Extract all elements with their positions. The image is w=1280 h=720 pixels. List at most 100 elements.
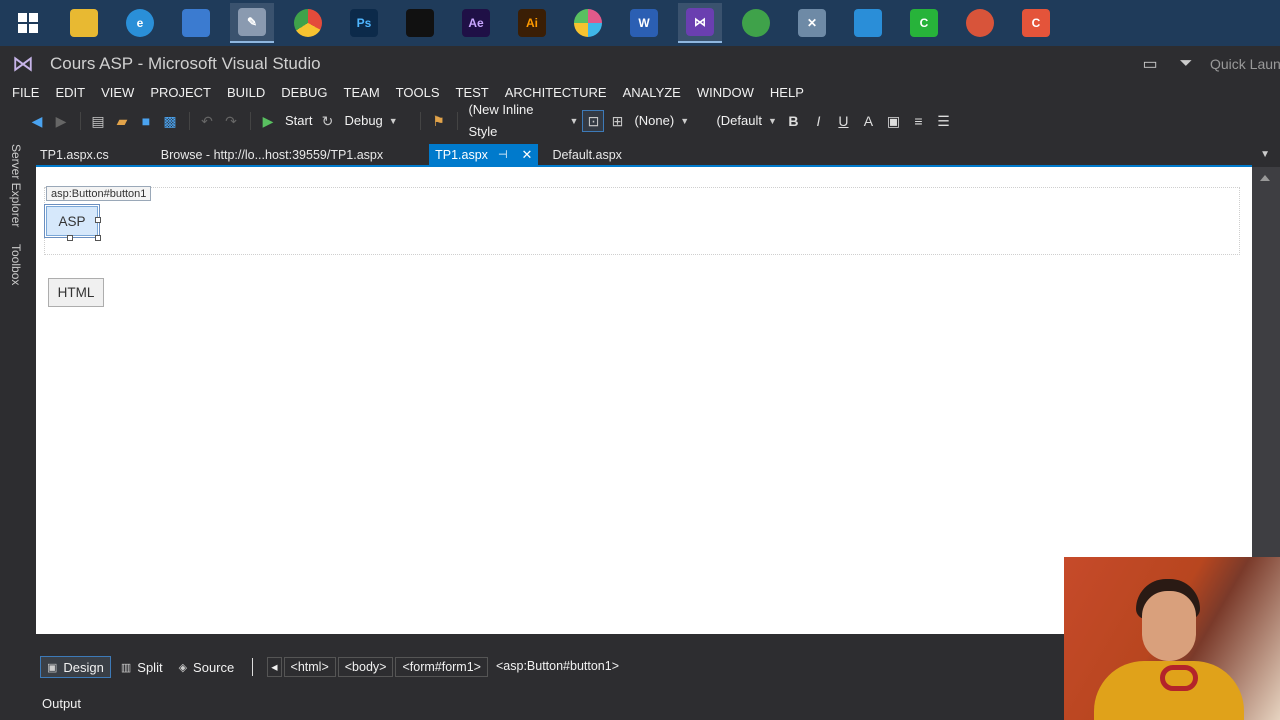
refresh-icon[interactable]: ↻ <box>316 110 338 132</box>
save-icon[interactable]: ■ <box>135 110 157 132</box>
windows-start-button[interactable] <box>6 3 50 43</box>
android-studio-taskbar-button[interactable] <box>734 3 778 43</box>
bold-button[interactable]: B <box>782 110 804 132</box>
config-dropdown[interactable]: Debug ▼ <box>340 110 414 132</box>
target-rule-dropdown[interactable]: (None) ▼ <box>630 110 712 132</box>
tab-default-aspx[interactable]: Default.aspx <box>546 144 627 166</box>
crumb-body[interactable]: <body> <box>337 657 394 677</box>
resize-handle[interactable] <box>95 235 101 241</box>
photos-taskbar-button[interactable] <box>566 3 610 43</box>
photoshop-taskbar-button[interactable]: Ps <box>342 3 386 43</box>
menu-window[interactable]: WINDOW <box>689 82 762 104</box>
chrome-taskbar-button[interactable] <box>286 3 330 43</box>
menu-project[interactable]: PROJECT <box>142 82 219 104</box>
html-button[interactable]: HTML <box>48 278 104 307</box>
font-dropdown[interactable]: (Default ▼ <box>712 110 782 132</box>
crumb-asp-button[interactable]: <asp:Button#button1> <box>490 657 625 677</box>
ie-taskbar-button[interactable]: e <box>118 3 162 43</box>
menu-help[interactable]: HELP <box>762 82 812 104</box>
menu-build[interactable]: BUILD <box>219 82 273 104</box>
tab-browse[interactable]: Browse - http://lo...host:39559/TP1.aspx <box>155 144 389 166</box>
file-explorer-taskbar-button[interactable] <box>62 3 106 43</box>
design-label: Design <box>63 659 104 675</box>
quick-launch-input[interactable]: Quick Laun <box>1210 51 1280 77</box>
design-view-button[interactable]: ▣ Design <box>40 656 111 678</box>
menu-debug[interactable]: DEBUG <box>273 82 335 104</box>
tab-tp1-aspx[interactable]: TP1.aspx ⊣ ✕ <box>429 144 539 166</box>
chrome-icon <box>294 9 322 37</box>
undo-icon[interactable]: ↶ <box>196 110 218 132</box>
toolbox-tab[interactable]: Toolbox <box>9 244 23 285</box>
windows-logo-icon <box>18 13 38 33</box>
italic-button[interactable]: I <box>807 110 829 132</box>
chrome-dev-taskbar-button[interactable] <box>958 3 1002 43</box>
target-rule-value: (None) <box>634 113 675 128</box>
internet-explorer-icon: e <box>126 9 154 37</box>
after-effects-taskbar-button[interactable]: Ae <box>454 3 498 43</box>
media-taskbar-button[interactable] <box>398 3 442 43</box>
style-dropdown[interactable]: (New Inline Style ▼ <box>464 102 582 139</box>
crumb-scroll-left-icon[interactable]: ◂ <box>267 657 282 677</box>
tools-taskbar-button[interactable]: ✕ <box>790 3 834 43</box>
tab-overflow-icon[interactable]: ▼ <box>1260 144 1270 166</box>
asp-button[interactable]: ASP <box>46 206 98 236</box>
android-studio-icon <box>742 9 770 37</box>
paint-taskbar-button[interactable]: ✎ <box>230 3 274 43</box>
resize-handle[interactable] <box>95 217 101 223</box>
align-left-icon[interactable]: ≡ <box>907 110 929 132</box>
side-tool-strip: Server Explorer Toolbox <box>0 140 36 630</box>
webcam-person-face <box>1142 591 1196 661</box>
menu-team[interactable]: TEAM <box>336 82 388 104</box>
word-taskbar-button[interactable]: W <box>622 3 666 43</box>
tab-label: TP1.aspx <box>435 148 488 162</box>
menu-tools[interactable]: TOOLS <box>388 82 448 104</box>
style-application-icon[interactable]: ⊡ <box>582 110 605 132</box>
back-icon[interactable]: ◀ <box>26 110 48 132</box>
remote-desktop-icon <box>854 9 882 37</box>
menu-file[interactable]: FILE <box>4 82 47 104</box>
new-project-icon[interactable]: ▤ <box>87 110 109 132</box>
visual-studio-taskbar-button[interactable]: ⋈ <box>678 3 722 43</box>
font-value: (Default <box>716 113 762 128</box>
scroll-up-icon[interactable] <box>1260 173 1270 181</box>
filter-icon[interactable]: ⏷ <box>1174 52 1198 76</box>
camtasia-recorder-taskbar-button[interactable]: C <box>1014 3 1058 43</box>
title-bar: ⋈ Cours ASP - Microsoft Visual Studio ▭ … <box>0 46 1280 82</box>
redo-icon[interactable]: ↷ <box>220 110 242 132</box>
crumb-form[interactable]: <form#form1> <box>395 657 488 677</box>
window-taskbar-button[interactable] <box>174 3 218 43</box>
tab-tp1-aspx-cs[interactable]: TP1.aspx.cs <box>34 144 115 166</box>
menu-view[interactable]: VIEW <box>93 82 142 104</box>
resize-handle[interactable] <box>67 235 73 241</box>
highlight-icon[interactable]: ▣ <box>882 110 904 132</box>
target-rule-icon[interactable]: ⊞ <box>606 110 628 132</box>
forward-icon[interactable]: ▶ <box>50 110 72 132</box>
underline-button[interactable]: U <box>832 110 854 132</box>
crumb-html[interactable]: <html> <box>283 657 336 677</box>
remote-taskbar-button[interactable] <box>846 3 890 43</box>
feedback-icon[interactable]: ▭ <box>1138 52 1162 76</box>
chevron-down-icon: ▼ <box>569 116 579 126</box>
webcam-headphones <box>1160 665 1198 691</box>
form-region <box>44 187 1240 255</box>
split-view-button[interactable]: ▥ Split <box>115 656 169 678</box>
standard-toolbar: ◀ ▶ ▤ ▰ ■ ▩ ↶ ↷ ▶ Start ↻ Debug ▼ ⚑ (New… <box>0 102 1280 139</box>
save-all-icon[interactable]: ▩ <box>159 110 181 132</box>
menu-analyze[interactable]: ANALYZE <box>615 82 689 104</box>
font-color-icon[interactable]: A <box>857 110 879 132</box>
start-button[interactable]: Start <box>281 110 316 132</box>
browser-link-icon[interactable]: ⚑ <box>427 110 449 132</box>
camtasia-taskbar-button[interactable]: C <box>902 3 946 43</box>
pin-icon[interactable]: ⊣ <box>498 144 508 166</box>
output-tab[interactable]: Output <box>42 696 81 711</box>
illustrator-taskbar-button[interactable]: Ai <box>510 3 554 43</box>
chevron-down-icon: ▼ <box>768 116 777 126</box>
start-play-icon[interactable]: ▶ <box>257 110 279 132</box>
server-explorer-tab[interactable]: Server Explorer <box>9 144 23 227</box>
open-folder-icon[interactable]: ▰ <box>111 110 133 132</box>
style-value: (New Inline Style <box>468 102 534 139</box>
bullets-icon[interactable]: ☰ <box>932 110 954 132</box>
close-icon[interactable]: ✕ <box>522 144 533 166</box>
source-view-button[interactable]: ◈ Source <box>173 656 241 678</box>
menu-edit[interactable]: EDIT <box>47 82 93 104</box>
